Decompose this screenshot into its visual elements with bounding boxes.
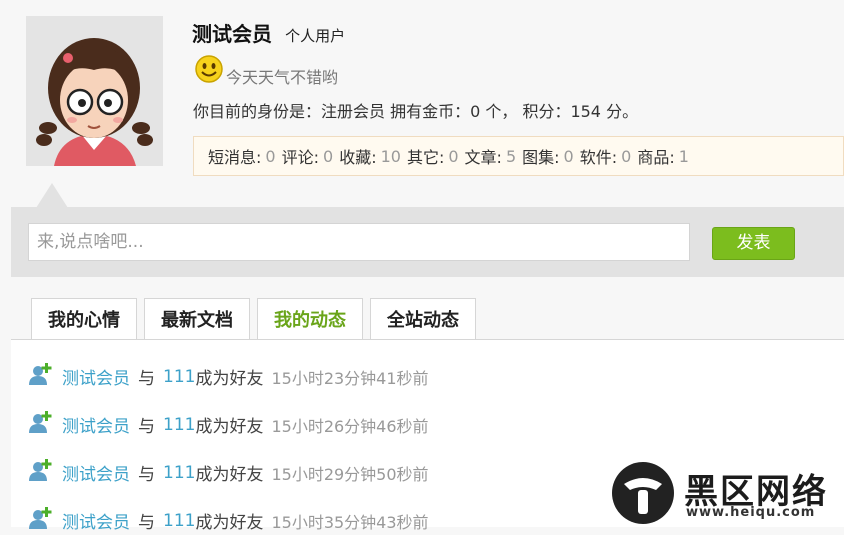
post-box: 发表: [11, 207, 844, 277]
feed-user-link[interactable]: 测试会员: [62, 508, 130, 533]
feed-user-link[interactable]: 测试会员: [62, 364, 130, 389]
avatar-illustration-icon: [26, 16, 163, 166]
add-friend-icon: [28, 410, 54, 439]
stat-software-count: 0: [621, 146, 632, 166]
tab-my-mood[interactable]: 我的心情: [31, 298, 137, 340]
feed-action: 成为好友: [195, 465, 264, 485]
add-friend-icon: [28, 506, 54, 535]
identity-info: 你目前的身份是：注册会员 拥有金币：0 个， 积分：154 分。: [193, 102, 639, 121]
user-type-label: 个人用户: [285, 27, 346, 45]
profile-header: 测试会员 个人用户: [192, 18, 345, 47]
stat-software-label[interactable]: 软件:: [580, 144, 617, 168]
feed-action: 成为好友: [195, 369, 264, 389]
stat-comments-label[interactable]: 评论:: [282, 144, 319, 168]
mood-text: 今天天气不错哟: [226, 68, 339, 87]
tab-site-activity[interactable]: 全站动态: [370, 298, 476, 340]
feed-timestamp: 15小时26分钟46秒前: [271, 416, 429, 436]
feed-item: 测试会员 与 111 成为好友 15小时23分钟41秒前: [28, 362, 429, 391]
site-watermark: 黑区网络 www.heiqu.com: [610, 460, 844, 526]
user-avatar[interactable]: [26, 16, 163, 166]
feed-user-link[interactable]: 测试会员: [62, 412, 130, 437]
feed-action: 成为好友: [195, 513, 264, 533]
feed-friend-link[interactable]: 111: [163, 511, 195, 531]
feed-timestamp: 15小时35分钟43秒前: [271, 512, 429, 532]
add-friend-icon: [28, 458, 54, 487]
mood-status: 今天天气不错哟: [194, 54, 338, 88]
feed-action: 成为好友: [195, 417, 264, 437]
tab-my-activity[interactable]: 我的动态: [257, 298, 363, 340]
feed-friend-link[interactable]: 111: [163, 415, 195, 435]
feed-connector: 与: [138, 417, 155, 437]
stat-albums-label[interactable]: 图集:: [522, 144, 559, 168]
feed-timestamp: 15小时29分钟50秒前: [271, 464, 429, 484]
stat-other-count: 0: [448, 146, 459, 166]
stat-articles-count: 5: [505, 146, 517, 166]
feed-user-link[interactable]: 测试会员: [62, 460, 130, 485]
tab-latest-docs[interactable]: 最新文档: [144, 298, 250, 340]
profile-name[interactable]: 测试会员: [192, 22, 272, 46]
watermark-url: www.heiqu.com: [686, 505, 816, 520]
feed-connector: 与: [138, 369, 155, 389]
stat-products-count: 1: [678, 146, 689, 166]
feed-item: 测试会员 与 111 成为好友 15小时35分钟43秒前: [28, 506, 429, 535]
stat-messages-label[interactable]: 短消息:: [208, 144, 261, 168]
postbox-pointer: [36, 183, 68, 208]
stat-favorites-label[interactable]: 收藏:: [339, 144, 376, 168]
stat-articles-label[interactable]: 文章:: [465, 144, 502, 168]
stat-comments-count: 0: [323, 146, 334, 166]
stats-bar: 短消息: 0 评论: 0 收藏: 10 其它: 0 文章: 5 图集: 0 软件: 0 商品:…: [193, 136, 844, 176]
feed-connector: 与: [138, 465, 155, 485]
smiley-icon: [194, 54, 224, 88]
activity-tabs: 我的心情 最新文档 我的动态 全站动态: [31, 298, 483, 340]
stat-products-label[interactable]: 商品:: [637, 144, 674, 168]
feed-item: 测试会员 与 111 成为好友 15小时29分钟50秒前: [28, 458, 429, 487]
post-submit-button[interactable]: 发表: [712, 227, 795, 260]
feed-timestamp: 15小时23分钟41秒前: [271, 368, 429, 388]
watermark-logo-icon: [612, 462, 674, 524]
feed-friend-link[interactable]: 111: [163, 367, 195, 387]
stat-albums-count: 0: [563, 146, 574, 166]
post-input[interactable]: [28, 223, 690, 261]
stat-messages-count: 0: [265, 146, 276, 166]
feed-item: 测试会员 与 111 成为好友 15小时26分钟46秒前: [28, 410, 429, 439]
stat-favorites-count: 10: [380, 146, 401, 166]
feed-friend-link[interactable]: 111: [163, 463, 195, 483]
feed-connector: 与: [138, 513, 155, 533]
stat-other-label[interactable]: 其它:: [407, 144, 444, 168]
add-friend-icon: [28, 362, 54, 391]
